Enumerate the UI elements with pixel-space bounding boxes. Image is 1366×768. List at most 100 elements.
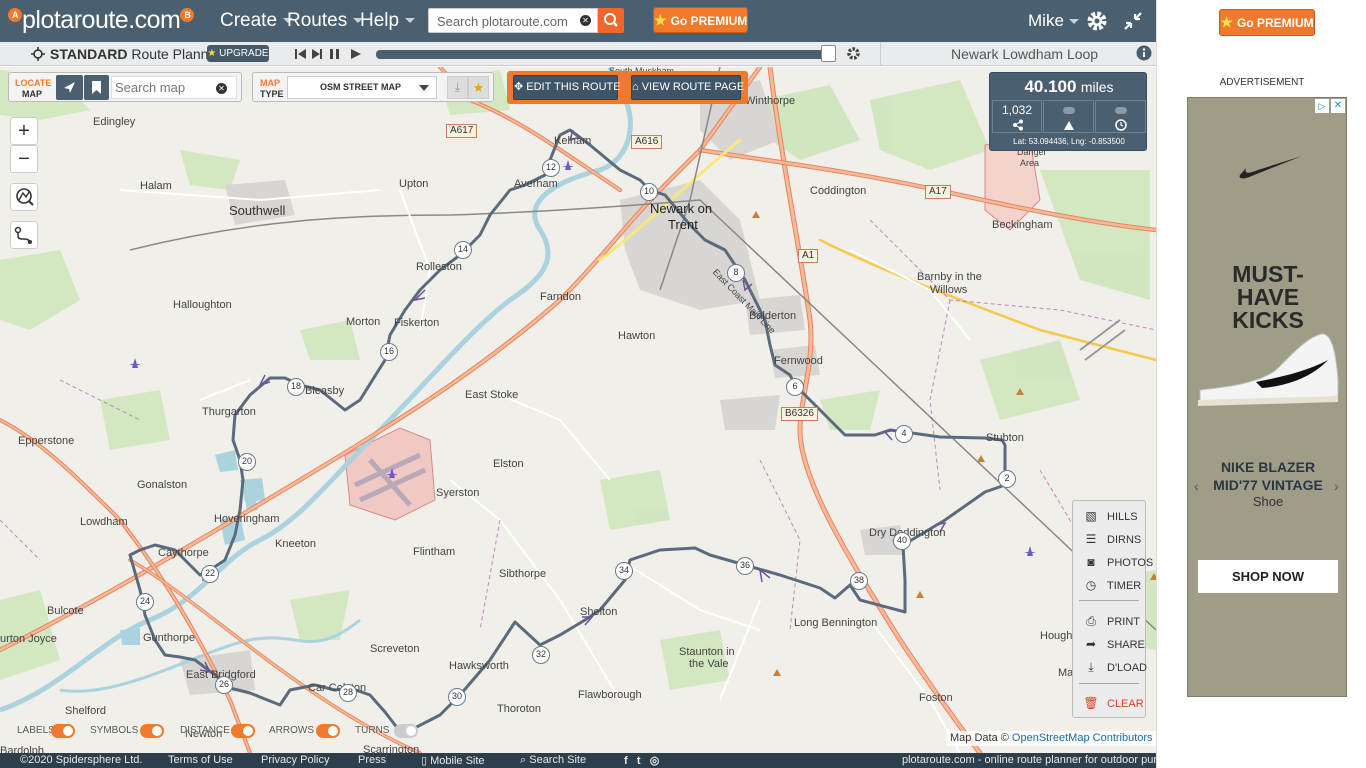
ad-headline: MUST- HAVE KICKS [1188,263,1348,332]
map-label: Thoroton [497,703,542,715]
map-label: Hoveringham [214,513,280,525]
ad-shop-now-button[interactable]: SHOP NOW [1198,560,1338,593]
attribution-link[interactable]: OpenStreetMap Contributors [1012,732,1153,744]
zoom-in-button[interactable]: + [10,117,38,145]
ad-prev-icon[interactable]: ‹ [1194,478,1199,494]
map-label: Coddington [810,185,867,197]
route-mile-marker: 22 [201,565,219,583]
favourite-map-button[interactable]: ★ [468,76,489,99]
download-tool[interactable]: ⤓ D'LOAD [1083,660,1147,675]
clear-map-search-icon[interactable]: ✕ [216,83,227,94]
playback-progress-handle[interactable] [821,45,836,62]
collapse-icon[interactable] [1122,10,1144,32]
footer-social-links: f t ◎ [624,754,659,767]
symbols-toggle[interactable] [140,724,164,738]
playback-settings-icon[interactable] [846,46,861,61]
map-label: Area [1020,158,1040,168]
footer-terms-link[interactable]: Terms of Use [168,754,233,766]
elevation-route-button[interactable] [10,221,38,249]
site-logo[interactable]: Aplotaroute.com B [8,6,195,36]
timer-toggle-cell[interactable] [1095,100,1146,133]
close-ad-icon[interactable]: ✕ [1331,99,1345,113]
bookmarks-button[interactable] [84,75,109,100]
upgrade-button[interactable]: ★ UPGRADE [207,45,269,62]
user-menu[interactable]: Mike [1028,11,1079,31]
turns-toggle[interactable] [394,724,418,738]
route-mile-marker: 2 [998,470,1016,488]
adchoices-icon[interactable]: ▷ [1315,99,1329,113]
gear-icon[interactable] [1085,9,1109,33]
footer-mobile-link[interactable]: ▯ Mobile Site [421,754,485,767]
download-icon: ⤓ [1088,660,1094,674]
map-label: Gunthorpe [143,632,195,644]
menu-help[interactable]: Help [360,10,416,32]
footer-press-link[interactable]: Press [358,754,386,766]
site-search-button[interactable] [598,8,624,33]
labels-toggle[interactable] [51,724,75,738]
instagram-icon[interactable]: ◎ [650,755,660,767]
footer-tagline: plotaroute.com - online route planner fo… [902,754,1180,766]
site-search-input[interactable]: Search plotaroute.com [428,8,598,33]
map-label: Morton [346,316,381,328]
download-icon: ⤓ [454,80,461,94]
map-label: Staunton in [679,646,735,658]
playback-progress-track[interactable] [376,50,830,59]
road-sign: A1 [798,249,819,263]
map-label: the Vale [689,658,729,670]
info-icon[interactable] [1136,45,1152,61]
menu-create[interactable]: Create [220,10,294,32]
footer-copyright: ©2020 Spidersphere Ltd. [20,754,143,766]
map-label: Winthorpe [745,95,796,107]
footer-search-link[interactable]: ⌕ Search Site [520,754,586,767]
arrows-toggle[interactable] [316,724,340,738]
road-sign: B6326 [781,407,818,421]
pause-icon[interactable] [330,49,339,59]
map-label: Farndon [540,291,581,303]
clear-tool[interactable]: 🗑 CLEAR [1083,696,1143,710]
twitter-icon[interactable]: t [637,755,641,767]
turns-toggle-label: TURNS [355,725,390,736]
view-route-page-button[interactable]: ⌂ VIEW ROUTE PAGE [631,75,744,100]
advertisement[interactable]: ▷ ✕ MUST- HAVE KICKS NIKE BLAZER MID'77 … [1187,97,1347,697]
facebook-icon[interactable]: f [624,755,628,767]
map-label: Caythorpe [158,547,209,559]
directions-tool[interactable]: ☰ DIRNS [1083,532,1142,546]
map-type-select[interactable]: OSM STREET MAP [287,76,437,99]
share-count-cell[interactable]: 1,032 [992,100,1042,133]
zoom-out-button[interactable]: − [10,145,38,173]
play-icon[interactable] [351,49,361,59]
menu-routes-label: Routes [287,10,348,31]
step-forward-icon[interactable] [312,49,322,59]
clear-search-icon[interactable]: ✕ [580,15,591,26]
map-type-label-2: TYPE [260,89,284,99]
timer-tool[interactable]: ◷ TIMER [1083,578,1141,592]
edit-route-button[interactable]: ✥ EDIT THIS ROUTE [513,75,621,100]
route-mile-marker: 16 [380,343,398,361]
photos-label: PHOTOS [1107,557,1154,569]
symbols-toggle-label: SYMBOLS [90,725,139,736]
route-mile-marker: 18 [287,378,305,396]
map-canvas[interactable]: Edingley Halam Southwell Upton Averham K… [0,67,1156,753]
footer-privacy-link[interactable]: Privacy Policy [261,754,329,766]
crosshair-icon [31,47,45,61]
skip-start-icon[interactable] [295,49,306,59]
chevron-down-icon [405,18,416,24]
hills-tool[interactable]: ▧ HILLS [1083,509,1137,523]
menu-routes[interactable]: Routes [287,10,364,32]
photos-tool[interactable]: ◙ PHOTOS [1083,555,1153,569]
locate-me-button[interactable] [56,75,83,100]
distance-toggle[interactable] [231,724,255,738]
route-mile-marker: 26 [215,676,233,694]
elevation-toggle-cell[interactable] [1043,100,1094,133]
map-label: Scarrington [363,744,420,753]
map-label: Newark on [650,201,713,216]
ad-next-icon[interactable]: › [1334,478,1339,494]
sidebar-go-premium-button[interactable]: ★ Go PREMIUM [1219,9,1315,36]
divider [1079,600,1139,601]
map-download-button[interactable]: ⤓ [447,76,468,99]
map-label: Averham [514,178,558,190]
go-premium-button[interactable]: ★ Go PREMIUM [653,7,748,33]
share-tool[interactable]: ➦ SHARE [1083,637,1145,651]
print-tool[interactable]: ⎙ PRINT [1083,614,1140,629]
fit-route-button[interactable] [10,183,38,211]
